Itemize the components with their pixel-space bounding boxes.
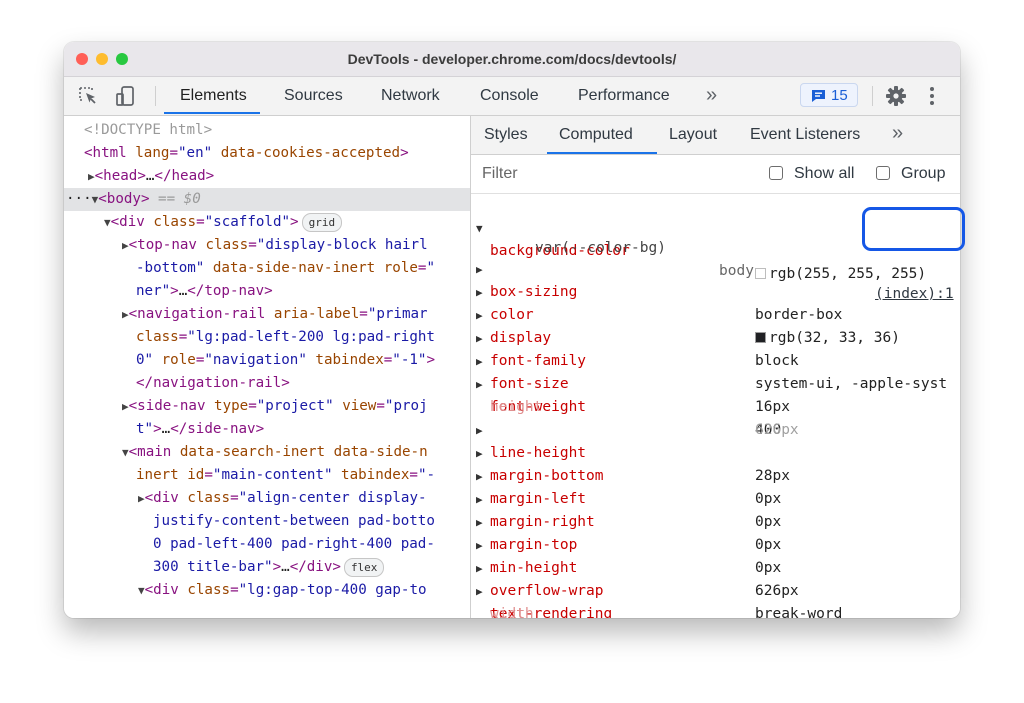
expand-triangle-icon[interactable]: ▶ (122, 400, 129, 413)
issues-icon (812, 90, 825, 102)
tab-layout[interactable]: Layout (669, 126, 717, 144)
expand-triangle-icon[interactable]: ▶ (88, 170, 95, 183)
dom-node-navigation-rail[interactable]: ▶<navigation-rail aria-label="primar (64, 303, 470, 326)
grid-badge[interactable]: grid (301, 212, 343, 232)
computed-prop-overflow-wrap[interactable]: ▶ overflow-wrap break-word (471, 534, 960, 618)
dom-node-side-nav-end[interactable]: t">…</side-nav> (64, 418, 470, 441)
dom-node-main[interactable]: ▼<main data-search-inert data-side-n (64, 441, 470, 464)
node-actions-marker[interactable]: ··· (66, 191, 92, 207)
source-link-highlight (862, 207, 965, 251)
computed-properties-list: ▼ background-color rgb(255, 255, 255) va… (471, 194, 960, 618)
dom-node-body-selected[interactable]: ···▼<body> == $0 (64, 188, 470, 211)
expand-triangle-icon[interactable]: ▶ (138, 492, 145, 505)
dom-node-top-nav[interactable]: ▶<top-nav class="display-block hairl (64, 234, 470, 257)
tab-sources[interactable]: Sources (284, 87, 343, 105)
computed-prop-display[interactable]: ▶ display block (471, 281, 960, 369)
collapse-triangle-icon[interactable]: ▼ (138, 584, 145, 597)
flex-badge[interactable]: flex (343, 557, 385, 577)
show-all-label[interactable]: Show all (794, 165, 854, 183)
expand-triangle-icon[interactable]: ▶ (122, 239, 129, 252)
tab-elements[interactable]: Elements (180, 87, 247, 105)
issues-button[interactable]: 15 (800, 83, 858, 107)
dom-node-side-nav[interactable]: ▶<side-nav type="project" view="proj (64, 395, 470, 418)
toolbar-separator (872, 86, 873, 106)
collapse-triangle-icon[interactable]: ▼ (122, 446, 129, 459)
dom-node-navigation-rail-cont2[interactable]: 0" role="navigation" tabindex="-1"> (64, 349, 470, 372)
more-tabs-chevron-icon[interactable]: » (706, 84, 717, 107)
dom-node-html[interactable]: <html lang="en" data-cookies-accepted> (64, 142, 470, 165)
computed-prop-width[interactable]: width 1012px (471, 580, 960, 618)
collapse-triangle-icon[interactable]: ▼ (104, 216, 111, 229)
issues-count: 15 (831, 87, 848, 104)
dom-node-navigation-rail-cont[interactable]: class="lg:pad-left-200 lg:pad-right (64, 326, 470, 349)
active-tab-indicator (164, 112, 260, 114)
dom-node-div-title-bar-end[interactable]: 300 title-bar">…</div> flex (64, 556, 470, 579)
prop-value: break-word (755, 606, 843, 618)
dom-node-div-title-bar-cont2[interactable]: 0 pad-left-400 pad-right-400 pad- (64, 533, 470, 556)
filter-input[interactable]: Filter (482, 165, 518, 183)
window-title: DevTools - developer.chrome.com/docs/dev… (347, 51, 677, 67)
dom-node-head[interactable]: ▶<head>…</head> (64, 165, 470, 188)
tab-styles[interactable]: Styles (484, 126, 528, 144)
tab-console[interactable]: Console (480, 87, 539, 105)
dom-node-main-cont[interactable]: inert id="main-content" tabindex="- (64, 464, 470, 487)
computed-prop-font-size[interactable]: ▶ font-size 16px (471, 327, 960, 415)
computed-prop-margin-top[interactable]: ▶ margin-top 0px (471, 488, 960, 576)
devtools-window: DevTools - developer.chrome.com/docs/dev… (64, 42, 960, 618)
tab-network[interactable]: Network (381, 87, 440, 105)
gear-icon[interactable] (885, 85, 907, 112)
doctype-text: <!DOCTYPE html> (84, 122, 213, 138)
computed-prop-font-family[interactable]: ▶ font-family system-ui, -apple-syst (471, 304, 960, 392)
dom-node-top-nav-end[interactable]: ner">…</top-nav> (64, 280, 470, 303)
computed-prop-text-rendering[interactable]: ▶ text-rendering optimizespeed (471, 557, 960, 618)
computed-prop-margin-left[interactable]: ▶ margin-left 0px (471, 442, 960, 530)
dom-node-doctype[interactable]: <!DOCTYPE html> (64, 119, 470, 142)
tab-computed[interactable]: Computed (559, 126, 633, 144)
expand-triangle-icon[interactable]: ▶ (122, 308, 129, 321)
elements-tree-panel[interactable]: <!DOCTYPE html> <html lang="en" data-coo… (64, 116, 471, 618)
filter-bar: Filter Show all Group (471, 155, 960, 194)
more-subtabs-chevron-icon[interactable]: » (892, 122, 903, 145)
toolbar-separator (155, 86, 156, 106)
dom-node-div-title-bar[interactable]: ▶<div class="align-center display- (64, 487, 470, 510)
dom-node-div-scaffold[interactable]: ▼<div class="scaffold"> grid (64, 211, 470, 234)
device-toggle-icon[interactable] (114, 85, 138, 107)
tab-event-listeners[interactable]: Event Listeners (750, 126, 860, 144)
computed-prop-color[interactable]: ▶ color rgb(32, 33, 36) (471, 258, 960, 346)
show-all-checkbox[interactable] (769, 166, 783, 180)
group-label[interactable]: Group (901, 165, 945, 183)
dom-node-navigation-rail-end[interactable]: </navigation-rail> (64, 372, 470, 395)
prop-name: width (490, 606, 534, 618)
computed-prop-line-height[interactable]: ▶ line-height 28px (471, 396, 960, 484)
sidebar-tabs: Styles Computed Layout Event Listeners » (471, 116, 960, 155)
computed-prop-min-height[interactable]: ▶ min-height 626px (471, 511, 960, 599)
computed-prop-height[interactable]: height 626px (471, 373, 960, 438)
kebab-menu-icon[interactable] (929, 86, 935, 111)
dom-node-top-nav-cont[interactable]: -bottom" data-side-nav-inert role=" (64, 257, 470, 280)
computed-prop-font-weight[interactable]: ▶ font-weight 400 (471, 350, 960, 438)
main-toolbar: Elements Sources Network Console Perform… (64, 77, 960, 116)
computed-prop-margin-bottom[interactable]: ▶ margin-bottom 0px (471, 419, 960, 507)
tab-performance[interactable]: Performance (578, 87, 670, 105)
computed-prop-margin-right[interactable]: ▶ margin-right 0px (471, 465, 960, 553)
title-bar: DevTools - developer.chrome.com/docs/dev… (64, 42, 960, 77)
styles-sidebar: Styles Computed Layout Event Listeners »… (471, 116, 960, 618)
inspect-element-icon[interactable] (76, 85, 100, 107)
active-subtab-indicator (547, 152, 657, 154)
dom-node-div-gap[interactable]: ▼<div class="lg:gap-top-400 gap-to (64, 579, 470, 602)
group-checkbox[interactable] (876, 166, 890, 180)
dom-node-div-title-bar-cont[interactable]: justify-content-between pad-botto (64, 510, 470, 533)
